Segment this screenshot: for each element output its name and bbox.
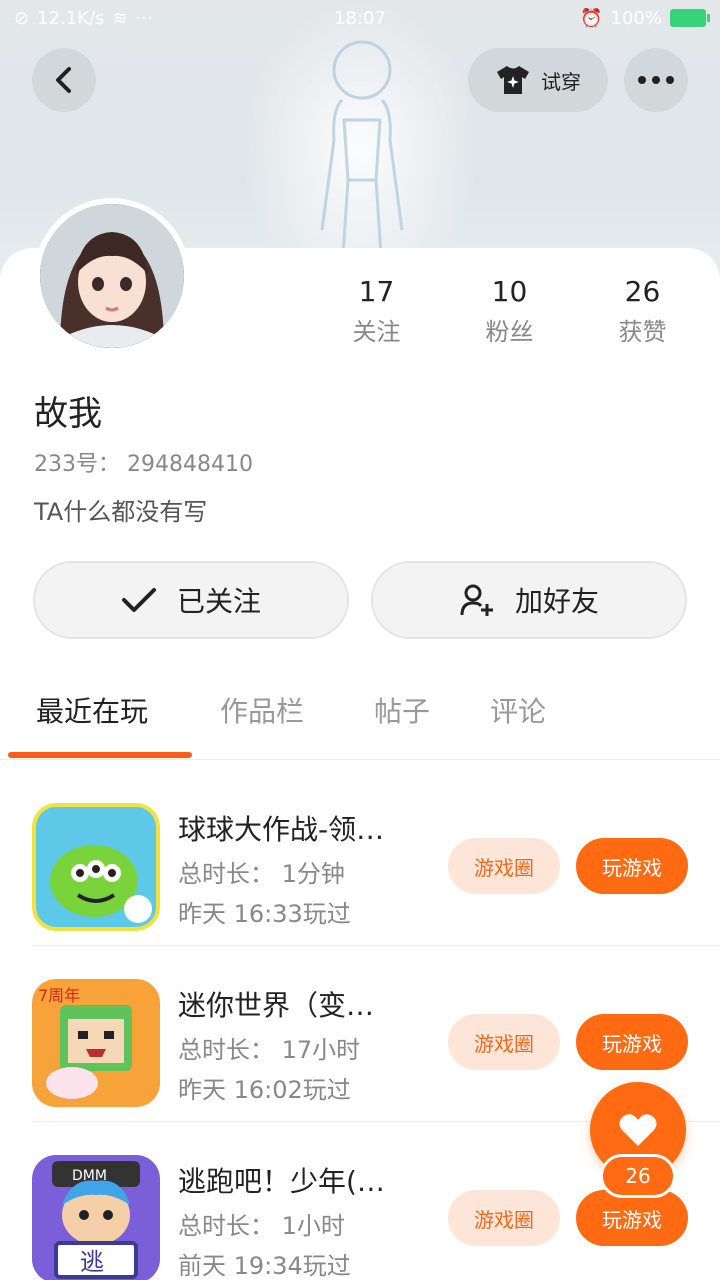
- tshirt-icon: [497, 66, 529, 94]
- game-name: 迷你世界（变…: [178, 989, 375, 1022]
- profile-stats: 17 关注 10 粉丝 26 获赞: [310, 272, 710, 352]
- play-game-button[interactable]: 玩游戏: [576, 838, 688, 894]
- game-name: 逃跑吧！少年(…: [178, 1165, 385, 1198]
- battery-icon: [670, 9, 710, 27]
- user-bio: TA什么都没有写: [34, 498, 208, 526]
- game-last-played: 昨天 16:02玩过: [178, 1076, 351, 1104]
- play-game-button[interactable]: 玩游戏: [576, 1014, 688, 1070]
- try-on-label: 试穿: [541, 69, 581, 94]
- likes-stat[interactable]: 26 获赞: [576, 272, 709, 352]
- tab-comments[interactable]: 评论: [490, 690, 546, 730]
- likes-count: 26: [624, 275, 661, 308]
- back-button[interactable]: [32, 48, 96, 112]
- following-stat[interactable]: 17 关注: [310, 272, 443, 352]
- username: 故我: [34, 394, 102, 434]
- add-friend-label: 加好友: [514, 585, 599, 618]
- game-row[interactable]: 球球大作战-领… 总时长： 1分钟 昨天 16:33玩过 游戏圈 玩游戏: [0, 770, 720, 946]
- tab-posts[interactable]: 帖子: [374, 690, 430, 730]
- add-user-icon: [460, 584, 493, 616]
- game-duration: 总时长： 1小时: [178, 1212, 345, 1240]
- status-time: 18:07: [334, 7, 386, 29]
- followed-label: 已关注: [176, 585, 261, 618]
- followers-stat[interactable]: 10 粉丝: [443, 272, 576, 352]
- tab-recently-played[interactable]: 最近在玩: [36, 690, 148, 730]
- followers-label: 粉丝: [485, 318, 534, 346]
- game-last-played: 昨天 16:33玩过: [178, 900, 351, 928]
- user-id: 233号： 294848410: [34, 452, 253, 477]
- play-game-button[interactable]: 玩游戏: [576, 1190, 688, 1246]
- svg-text:7周年: 7周年: [38, 986, 80, 1005]
- following-label: 关注: [352, 318, 401, 346]
- tab-works[interactable]: 作品栏: [220, 690, 304, 730]
- heart-icon: [619, 1114, 657, 1146]
- game-duration: 总时长： 17小时: [178, 1036, 361, 1064]
- avatar-image: [40, 204, 184, 348]
- likes-label: 获赞: [618, 318, 667, 346]
- following-count: 17: [358, 275, 395, 308]
- game-name: 球球大作战-领…: [178, 813, 385, 846]
- avatar-silhouette: [320, 40, 404, 271]
- add-friend-button[interactable]: 加好友: [371, 561, 687, 639]
- avatar[interactable]: [34, 198, 190, 354]
- game-icon-escape-kid[interactable]: DMM 逃: [32, 1155, 160, 1280]
- game-last-played: 前天 19:34玩过: [178, 1252, 351, 1280]
- try-on-button[interactable]: 试穿: [468, 48, 608, 112]
- game-duration: 总时长： 1分钟: [178, 860, 345, 888]
- game-circle-button[interactable]: 游戏圈: [448, 838, 560, 894]
- svg-text:逃: 逃: [80, 1248, 104, 1276]
- game-icon-mini-world[interactable]: 7周年: [32, 979, 160, 1107]
- more-icon: [638, 76, 674, 84]
- followers-count: 10: [491, 275, 528, 308]
- like-count-badge: 26: [600, 1154, 676, 1198]
- followed-button[interactable]: 已关注: [33, 561, 349, 639]
- back-arrow-icon: [56, 67, 71, 93]
- profile-tabs: 最近在玩 作品栏 帖子 评论: [0, 690, 720, 760]
- game-circle-button[interactable]: 游戏圈: [448, 1014, 560, 1070]
- more-options-button[interactable]: [624, 48, 688, 112]
- active-tab-indicator: [8, 752, 192, 758]
- status-bar: ⊘ 12.1K/s ≋ ··· 18:07 ⏰ 100%: [0, 0, 720, 36]
- checkmark-icon: [121, 588, 156, 612]
- game-circle-button[interactable]: 游戏圈: [448, 1190, 560, 1246]
- game-icon-ball-battle[interactable]: [32, 803, 160, 931]
